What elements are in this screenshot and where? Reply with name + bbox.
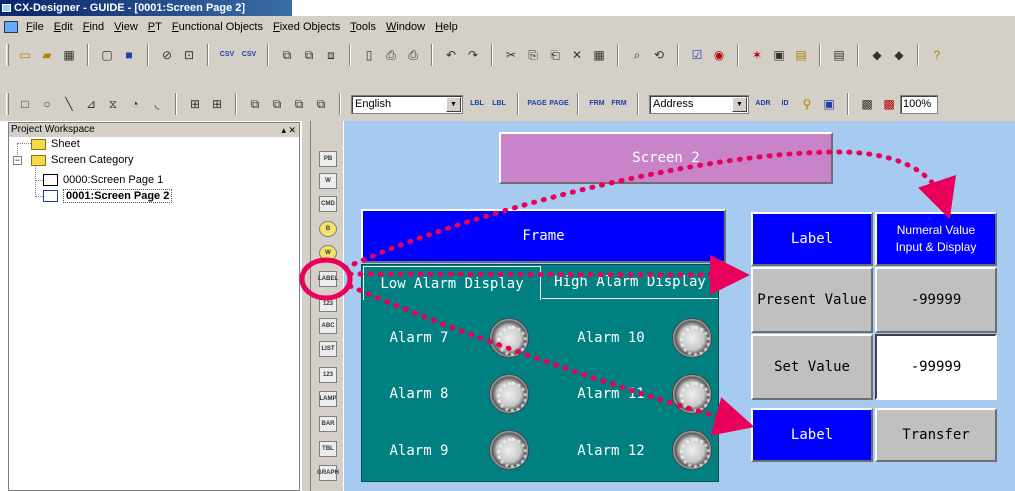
label-tool-highlight-circle — [299, 257, 353, 301]
annotation-overlay — [299, 149, 957, 436]
arrow-to-label-top — [347, 254, 750, 295]
arrow-to-label-bottom — [347, 283, 755, 436]
arrow-to-numeral-header — [342, 149, 957, 271]
